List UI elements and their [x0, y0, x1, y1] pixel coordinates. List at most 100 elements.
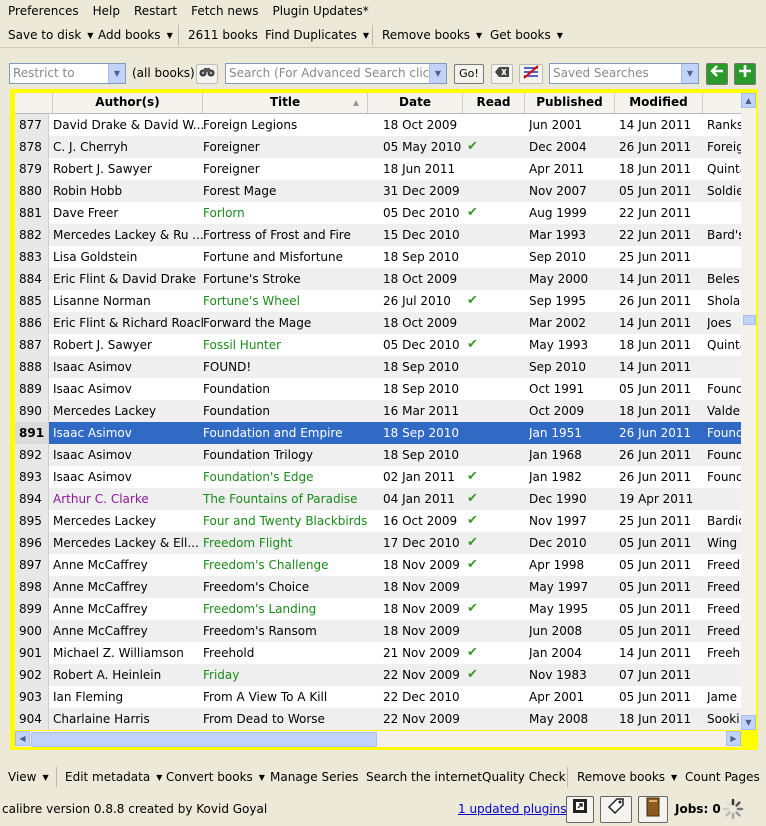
series-cell[interactable]: Found: [707, 444, 741, 466]
title-cell[interactable]: Freedom's Challenge: [203, 554, 368, 576]
title-cell[interactable]: Freedom's Landing: [203, 598, 368, 620]
author-cell[interactable]: C. J. Cherryh: [53, 136, 203, 158]
published-cell[interactable]: Jun 2001: [529, 114, 609, 136]
read-check-icon[interactable]: [467, 268, 487, 290]
author-cell[interactable]: Ian Fleming: [53, 686, 203, 708]
table-row[interactable]: 882 Mercedes Lackey & Ru ... Fortress of F…: [15, 224, 741, 246]
series-cell[interactable]: Found: [707, 378, 741, 400]
modified-cell[interactable]: 25 Jun 2011: [619, 510, 699, 532]
table-row[interactable]: 897 Anne McCaffrey Freedom's Challenge 18 N…: [15, 554, 741, 576]
read-check-icon[interactable]: [467, 444, 487, 466]
published-cell[interactable]: Oct 1991: [529, 378, 609, 400]
date-cell[interactable]: 05 Dec 2010: [383, 334, 463, 356]
date-cell[interactable]: 18 Jun 2011: [383, 158, 463, 180]
scroll-up-icon[interactable]: ▲: [741, 93, 756, 108]
date-cell[interactable]: 31 Dec 2009: [383, 180, 463, 202]
title-cell[interactable]: Foundation's Edge: [203, 466, 368, 488]
date-cell[interactable]: 22 Dec 2010: [383, 686, 463, 708]
modified-cell[interactable]: 14 Jun 2011: [619, 114, 699, 136]
published-cell[interactable]: May 1997: [529, 576, 609, 598]
read-check-icon[interactable]: [467, 708, 487, 730]
published-cell[interactable]: Sep 2010: [529, 356, 609, 378]
title-cell[interactable]: Freedom Flight: [203, 532, 368, 554]
series-cell[interactable]: Found: [707, 466, 741, 488]
read-check-icon[interactable]: [467, 246, 487, 268]
series-cell[interactable]: Bardic: [707, 510, 741, 532]
read-check-icon[interactable]: ✔: [467, 136, 487, 158]
title-cell[interactable]: Fortune and Misfortune: [203, 246, 368, 268]
title-cell[interactable]: Fortune's Stroke: [203, 268, 368, 290]
book-count-button[interactable]: 2611 books: [188, 27, 258, 43]
author-cell[interactable]: Arthur C. Clarke: [53, 488, 203, 510]
dropdown-arrow-icon[interactable]: ▼: [42, 773, 48, 782]
series-cell[interactable]: Quinta: [707, 158, 741, 180]
series-cell[interactable]: Joes: [707, 312, 741, 334]
date-cell[interactable]: 18 Oct 2009: [383, 114, 463, 136]
series-cell[interactable]: [707, 356, 741, 378]
date-cell[interactable]: 18 Sep 2010: [383, 356, 463, 378]
modified-cell[interactable]: 05 Jun 2011: [619, 532, 699, 554]
scroll-left-icon[interactable]: ◀: [15, 731, 30, 746]
title-cell[interactable]: Forlorn: [203, 202, 368, 224]
modified-cell[interactable]: 26 Jun 2011: [619, 444, 699, 466]
date-cell[interactable]: 18 Sep 2010: [383, 422, 463, 444]
dropdown-arrow-icon[interactable]: ▼: [156, 773, 162, 782]
menu-fetch-news[interactable]: Fetch news: [183, 0, 264, 20]
published-cell[interactable]: Sep 2010: [529, 246, 609, 268]
table-row[interactable]: 893 Isaac Asimov Foundation's Edge 02 Jan 2…: [15, 466, 741, 488]
date-cell[interactable]: 05 May 2010: [383, 136, 463, 158]
table-row[interactable]: 896 Mercedes Lackey & Ell... Freedom Fligh…: [15, 532, 741, 554]
modified-cell[interactable]: 25 Jun 2011: [619, 246, 699, 268]
published-cell[interactable]: Jan 1951: [529, 422, 609, 444]
modified-cell[interactable]: 18 Jun 2011: [619, 708, 699, 730]
published-cell[interactable]: Apr 2011: [529, 158, 609, 180]
date-cell[interactable]: 04 Jan 2011: [383, 488, 463, 510]
published-cell[interactable]: Jan 1968: [529, 444, 609, 466]
modified-cell[interactable]: 14 Jun 2011: [619, 268, 699, 290]
read-check-icon[interactable]: ✔: [467, 202, 487, 224]
table-row[interactable]: 886 Eric Flint & Richard Roach Forward the…: [15, 312, 741, 334]
series-cell[interactable]: [707, 202, 741, 224]
table-row[interactable]: 885 Lisanne Norman Fortune's Wheel 26 Jul 2…: [15, 290, 741, 312]
read-check-icon[interactable]: [467, 620, 487, 642]
modified-cell[interactable]: 05 Jun 2011: [619, 598, 699, 620]
clear-search-icon[interactable]: [491, 64, 513, 84]
title-cell[interactable]: Four and Twenty Blackbirds: [203, 510, 368, 532]
table-row[interactable]: 899 Anne McCaffrey Freedom's Landing 18 Nov…: [15, 598, 741, 620]
date-cell[interactable]: 22 Nov 2009: [383, 664, 463, 686]
restrict-to-select[interactable]: Restrict to ▼: [9, 63, 126, 84]
read-check-icon[interactable]: [467, 356, 487, 378]
author-cell[interactable]: Anne McCaffrey: [53, 554, 203, 576]
author-cell[interactable]: David Drake & David W...: [53, 114, 203, 136]
vertical-scrollbar[interactable]: ▲ ▼: [741, 93, 756, 730]
modified-cell[interactable]: 22 Jun 2011: [619, 202, 699, 224]
modified-cell[interactable]: 26 Jun 2011: [619, 422, 699, 444]
title-cell[interactable]: From Dead to Worse: [203, 708, 368, 730]
read-check-icon[interactable]: ✔: [467, 554, 487, 576]
published-cell[interactable]: May 1995: [529, 598, 609, 620]
date-cell[interactable]: 18 Nov 2009: [383, 598, 463, 620]
modified-cell[interactable]: 14 Jun 2011: [619, 356, 699, 378]
published-cell[interactable]: Aug 1999: [529, 202, 609, 224]
series-cell[interactable]: Soldie: [707, 180, 741, 202]
save-to-disk-button[interactable]: Save to disk ▼: [8, 27, 93, 44]
published-cell[interactable]: Dec 2004: [529, 136, 609, 158]
read-check-icon[interactable]: ✔: [467, 664, 487, 686]
series-cell[interactable]: Freed: [707, 576, 741, 598]
dropdown-arrow-icon[interactable]: ▼: [87, 31, 93, 40]
title-cell[interactable]: Forest Mage: [203, 180, 368, 202]
read-check-icon[interactable]: ✔: [467, 510, 487, 532]
modified-cell[interactable]: 05 Jun 2011: [619, 620, 699, 642]
read-check-icon[interactable]: [467, 686, 487, 708]
edit-metadata-button[interactable]: Edit metadata ▼: [65, 769, 162, 786]
header-published[interactable]: Published: [525, 93, 615, 113]
series-cell[interactable]: Shola: [707, 290, 741, 312]
dropdown-arrow-icon[interactable]: ▼: [557, 31, 563, 40]
chevron-down-icon[interactable]: ▼: [108, 64, 125, 83]
table-row[interactable]: 877 David Drake & David W... Foreign Legio…: [15, 114, 741, 136]
author-cell[interactable]: Isaac Asimov: [53, 444, 203, 466]
date-cell[interactable]: 26 Jul 2010: [383, 290, 463, 312]
author-cell[interactable]: Robert A. Heinlein: [53, 664, 203, 686]
table-row[interactable]: 883 Lisa Goldstein Fortune and Misfortune 1…: [15, 246, 741, 268]
title-cell[interactable]: Foundation: [203, 378, 368, 400]
